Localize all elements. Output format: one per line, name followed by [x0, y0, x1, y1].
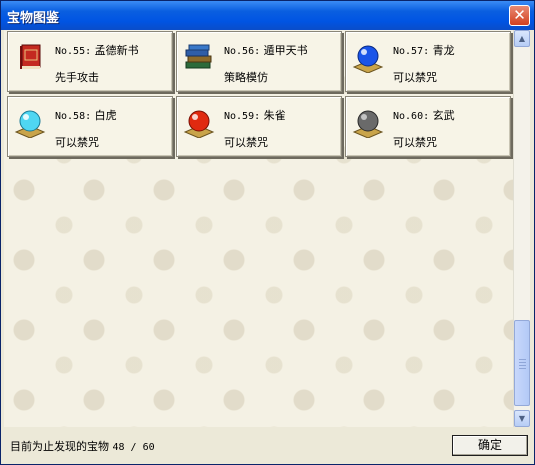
status-label: 目前为止发现的宝物 [10, 440, 109, 453]
title-bar[interactable]: 宝物图鉴 ✕ [1, 1, 534, 30]
item-card-55[interactable]: No.55: 孟德新书 先手攻击 [7, 31, 173, 92]
item-card-60[interactable]: No.60: 玄武 可以禁咒 [345, 96, 511, 157]
item-desc: 先手攻击 [55, 71, 99, 84]
item-card-56[interactable]: No.56: 遁甲天书 策略模仿 [176, 31, 342, 92]
item-number: No.56: [224, 46, 261, 57]
close-button[interactable]: ✕ [509, 5, 530, 26]
item-name: 朱雀 [263, 109, 286, 122]
item-name: 孟德新书 [94, 44, 139, 57]
ok-button[interactable]: 确定 [452, 435, 528, 456]
gray-orb-icon [352, 110, 384, 138]
item-number: No.55: [55, 46, 92, 57]
item-number: No.57: [393, 46, 430, 57]
vertical-scrollbar[interactable]: ▲ ▼ [513, 30, 530, 427]
chevron-down-icon: ▼ [518, 414, 526, 423]
item-card-57[interactable]: No.57: 青龙 可以禁咒 [345, 31, 511, 92]
item-title: No.60: 玄武 [393, 107, 455, 123]
chevron-up-icon: ▲ [518, 34, 526, 43]
item-title: No.59: 朱雀 [224, 107, 286, 123]
scroll-up-button[interactable]: ▲ [514, 30, 530, 47]
item-name: 青龙 [432, 44, 455, 57]
stacked-books-icon [185, 44, 212, 69]
item-desc: 可以禁咒 [393, 136, 437, 149]
item-card-59[interactable]: No.59: 朱雀 可以禁咒 [176, 96, 342, 157]
item-desc: 可以禁咒 [393, 71, 437, 84]
treasure-catalog-window: 宝物图鉴 ✕ No.55: 孟德新书 先手攻击 No.56: 遁甲天书 策略模仿… [0, 0, 535, 465]
close-icon: ✕ [513, 6, 526, 24]
item-name: 遁甲天书 [263, 44, 308, 57]
item-title: No.57: 青龙 [393, 42, 455, 58]
item-title: No.58: 白虎 [55, 107, 117, 123]
window-title: 宝物图鉴 [7, 11, 60, 26]
discovered-count: 48 / 60 [112, 442, 155, 453]
scroll-thumb[interactable] [514, 320, 530, 406]
item-title: No.56: 遁甲天书 [224, 42, 308, 58]
item-desc: 可以禁咒 [55, 136, 99, 149]
red-orb-icon [183, 110, 215, 138]
item-desc: 策略模仿 [224, 71, 268, 84]
item-number: No.58: [55, 111, 92, 122]
item-grid: No.55: 孟德新书 先手攻击 No.56: 遁甲天书 策略模仿 No.57:… [4, 30, 513, 427]
status-bar: 目前为止发现的宝物 48 / 60 [10, 438, 155, 454]
blue-orb-icon [352, 45, 384, 73]
item-name: 玄武 [432, 109, 455, 122]
scroll-down-button[interactable]: ▼ [514, 410, 530, 427]
red-book-icon [20, 44, 41, 69]
item-number: No.59: [224, 111, 261, 122]
cyan-orb-icon [14, 110, 46, 138]
item-number: No.60: [393, 111, 430, 122]
item-title: No.55: 孟德新书 [55, 42, 139, 58]
item-card-58[interactable]: No.58: 白虎 可以禁咒 [7, 96, 173, 157]
item-name: 白虎 [94, 109, 117, 122]
item-desc: 可以禁咒 [224, 136, 268, 149]
